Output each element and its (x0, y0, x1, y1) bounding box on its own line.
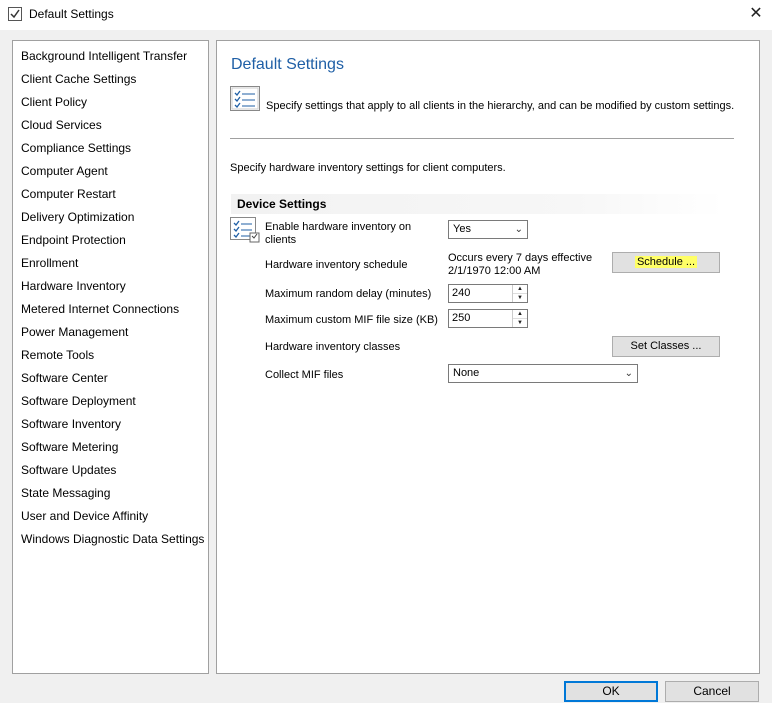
sidebar-item-hardware-inventory[interactable]: Hardware Inventory (17, 277, 206, 295)
sidebar-item-computer-restart[interactable]: Computer Restart (17, 185, 206, 203)
sidebar-item-label: Computer Agent (21, 164, 108, 178)
sidebar-item-software-metering[interactable]: Software Metering (17, 438, 206, 456)
sidebar-item-endpoint-protection[interactable]: Endpoint Protection (17, 231, 206, 249)
sidebar-item-label: Enrollment (21, 256, 79, 270)
sidebar-item-label: Hardware Inventory (21, 279, 126, 293)
sidebar-item-label: Metered Internet Connections (21, 302, 180, 316)
sidebar-item-delivery-optimization[interactable]: Delivery Optimization (17, 208, 206, 226)
sidebar-item-label: Remote Tools (21, 348, 95, 362)
collect-mif-label: Collect MIF files (265, 369, 344, 381)
sidebar-item-power-management[interactable]: Power Management (17, 323, 206, 341)
sidebar-item-client-cache-settings[interactable]: Client Cache Settings (17, 70, 206, 88)
schedule-value-line1: Occurs every 7 days effective (448, 252, 593, 264)
sidebar-item-state-messaging[interactable]: State Messaging (17, 484, 206, 502)
random-delay-value: 240 (452, 287, 471, 299)
sidebar-item-user-and-device-affinity[interactable]: User and Device Affinity (17, 507, 206, 525)
schedule-button[interactable]: Schedule ... (612, 252, 720, 273)
settings-checkbox-icon (8, 7, 22, 21)
sidebar-item-computer-agent[interactable]: Computer Agent (17, 162, 206, 180)
sidebar-item-label: Windows Diagnostic Data Settings (21, 532, 205, 546)
section-title: Device Settings (237, 197, 327, 211)
sidebar-item-label: Software Deployment (21, 394, 136, 408)
page-description: Specify settings that apply to all clien… (266, 100, 735, 112)
set-classes-button[interactable]: Set Classes ... (612, 336, 720, 357)
collect-mif-value: None (453, 367, 480, 379)
sidebar-item-label: Endpoint Protection (21, 233, 126, 247)
spinner-buttons: ▲ ▼ (512, 310, 527, 327)
device-settings-icon (230, 217, 260, 243)
sidebar-item-label: Client Policy (21, 95, 88, 109)
enable-inventory-label: Enable hardware inventory on clients (265, 221, 411, 247)
sidebar-item-label: User and Device Affinity (21, 509, 149, 523)
chevron-down-icon: ⌄ (624, 368, 633, 379)
enable-inventory-label-line1: Enable hardware inventory on (265, 221, 412, 233)
schedule-value-line2: 2/1/1970 12:00 AM (448, 265, 541, 277)
window-title: Default Settings (29, 7, 114, 21)
sidebar-item-label: Client Cache Settings (21, 72, 137, 86)
sidebar-item-label: State Messaging (21, 486, 111, 500)
sidebar-item-software-inventory[interactable]: Software Inventory (17, 415, 206, 433)
sidebar-item-label: Cloud Services (21, 118, 102, 132)
sidebar-item-background-intelligent-transfer[interactable]: Background Intelligent Transfer (17, 47, 206, 65)
sidebar-item-remote-tools[interactable]: Remote Tools (17, 346, 206, 364)
sidebar-item-windows-diagnostic-data-settings[interactable]: Windows Diagnostic Data Settings (17, 530, 206, 548)
enable-inventory-dropdown[interactable]: Yes ⌄ (448, 220, 528, 239)
section-description: Specify hardware inventory settings for … (230, 162, 506, 174)
spinner-buttons: ▲ ▼ (512, 285, 527, 302)
settings-list-icon (230, 86, 260, 111)
collect-mif-dropdown[interactable]: None ⌄ (448, 364, 638, 383)
sidebar-item-label: Software Inventory (21, 417, 122, 431)
settings-category-list: Background Intelligent Transfer Client Ca… (12, 40, 209, 674)
spin-up-icon[interactable]: ▲ (513, 310, 527, 319)
spin-up-icon[interactable]: ▲ (513, 285, 527, 294)
random-delay-label: Maximum random delay (minutes) (265, 288, 432, 300)
enable-inventory-value: Yes (453, 223, 471, 235)
section-header: Device Settings (231, 194, 724, 214)
mif-size-spinner[interactable]: 250 ▲ ▼ (448, 309, 528, 328)
enable-inventory-label-line2: clients (265, 234, 297, 246)
settings-panel: Default Settings Specify settings that a… (216, 40, 760, 674)
sidebar-item-cloud-services[interactable]: Cloud Services (17, 116, 206, 134)
mif-size-label: Maximum custom MIF file size (KB) (265, 314, 438, 326)
random-delay-spinner[interactable]: 240 ▲ ▼ (448, 284, 528, 303)
mif-size-value: 250 (452, 312, 471, 324)
sidebar-item-client-policy[interactable]: Client Policy (17, 93, 206, 111)
schedule-value: Occurs every 7 days effective 2/1/1970 1… (448, 252, 592, 278)
sidebar-item-label: Computer Restart (21, 187, 116, 201)
set-classes-button-label: Set Classes ... (630, 340, 702, 352)
sidebar-item-label: Compliance Settings (21, 141, 132, 155)
sidebar-item-label: Software Updates (21, 463, 117, 477)
spin-down-icon[interactable]: ▼ (513, 319, 527, 327)
chevron-down-icon: ⌄ (514, 224, 523, 235)
sidebar-item-label: Software Metering (21, 440, 119, 454)
sidebar-item-software-deployment[interactable]: Software Deployment (17, 392, 206, 410)
spin-down-icon[interactable]: ▼ (513, 294, 527, 302)
schedule-label: Hardware inventory schedule (265, 259, 408, 271)
sidebar-item-label: Delivery Optimization (21, 210, 135, 224)
sidebar-item-label: Background Intelligent Transfer (21, 49, 188, 63)
sidebar-item-software-updates[interactable]: Software Updates (17, 461, 206, 479)
page-title: Default Settings (231, 56, 344, 73)
title-bar: Default Settings ✕ (0, 0, 772, 30)
cancel-button[interactable]: Cancel (665, 681, 759, 702)
sidebar-item-compliance-settings[interactable]: Compliance Settings (17, 139, 206, 157)
sidebar-item-metered-internet-connections[interactable]: Metered Internet Connections (17, 300, 206, 318)
ok-button[interactable]: OK (564, 681, 658, 702)
close-icon[interactable]: ✕ (744, 3, 768, 25)
sidebar-item-software-center[interactable]: Software Center (17, 369, 206, 387)
sidebar-item-label: Power Management (21, 325, 129, 339)
sidebar-item-enrollment[interactable]: Enrollment (17, 254, 206, 272)
schedule-button-label: Schedule ... (634, 256, 698, 268)
sidebar-item-label: Software Center (21, 371, 108, 385)
divider (230, 138, 734, 139)
inventory-classes-label: Hardware inventory classes (265, 341, 401, 353)
